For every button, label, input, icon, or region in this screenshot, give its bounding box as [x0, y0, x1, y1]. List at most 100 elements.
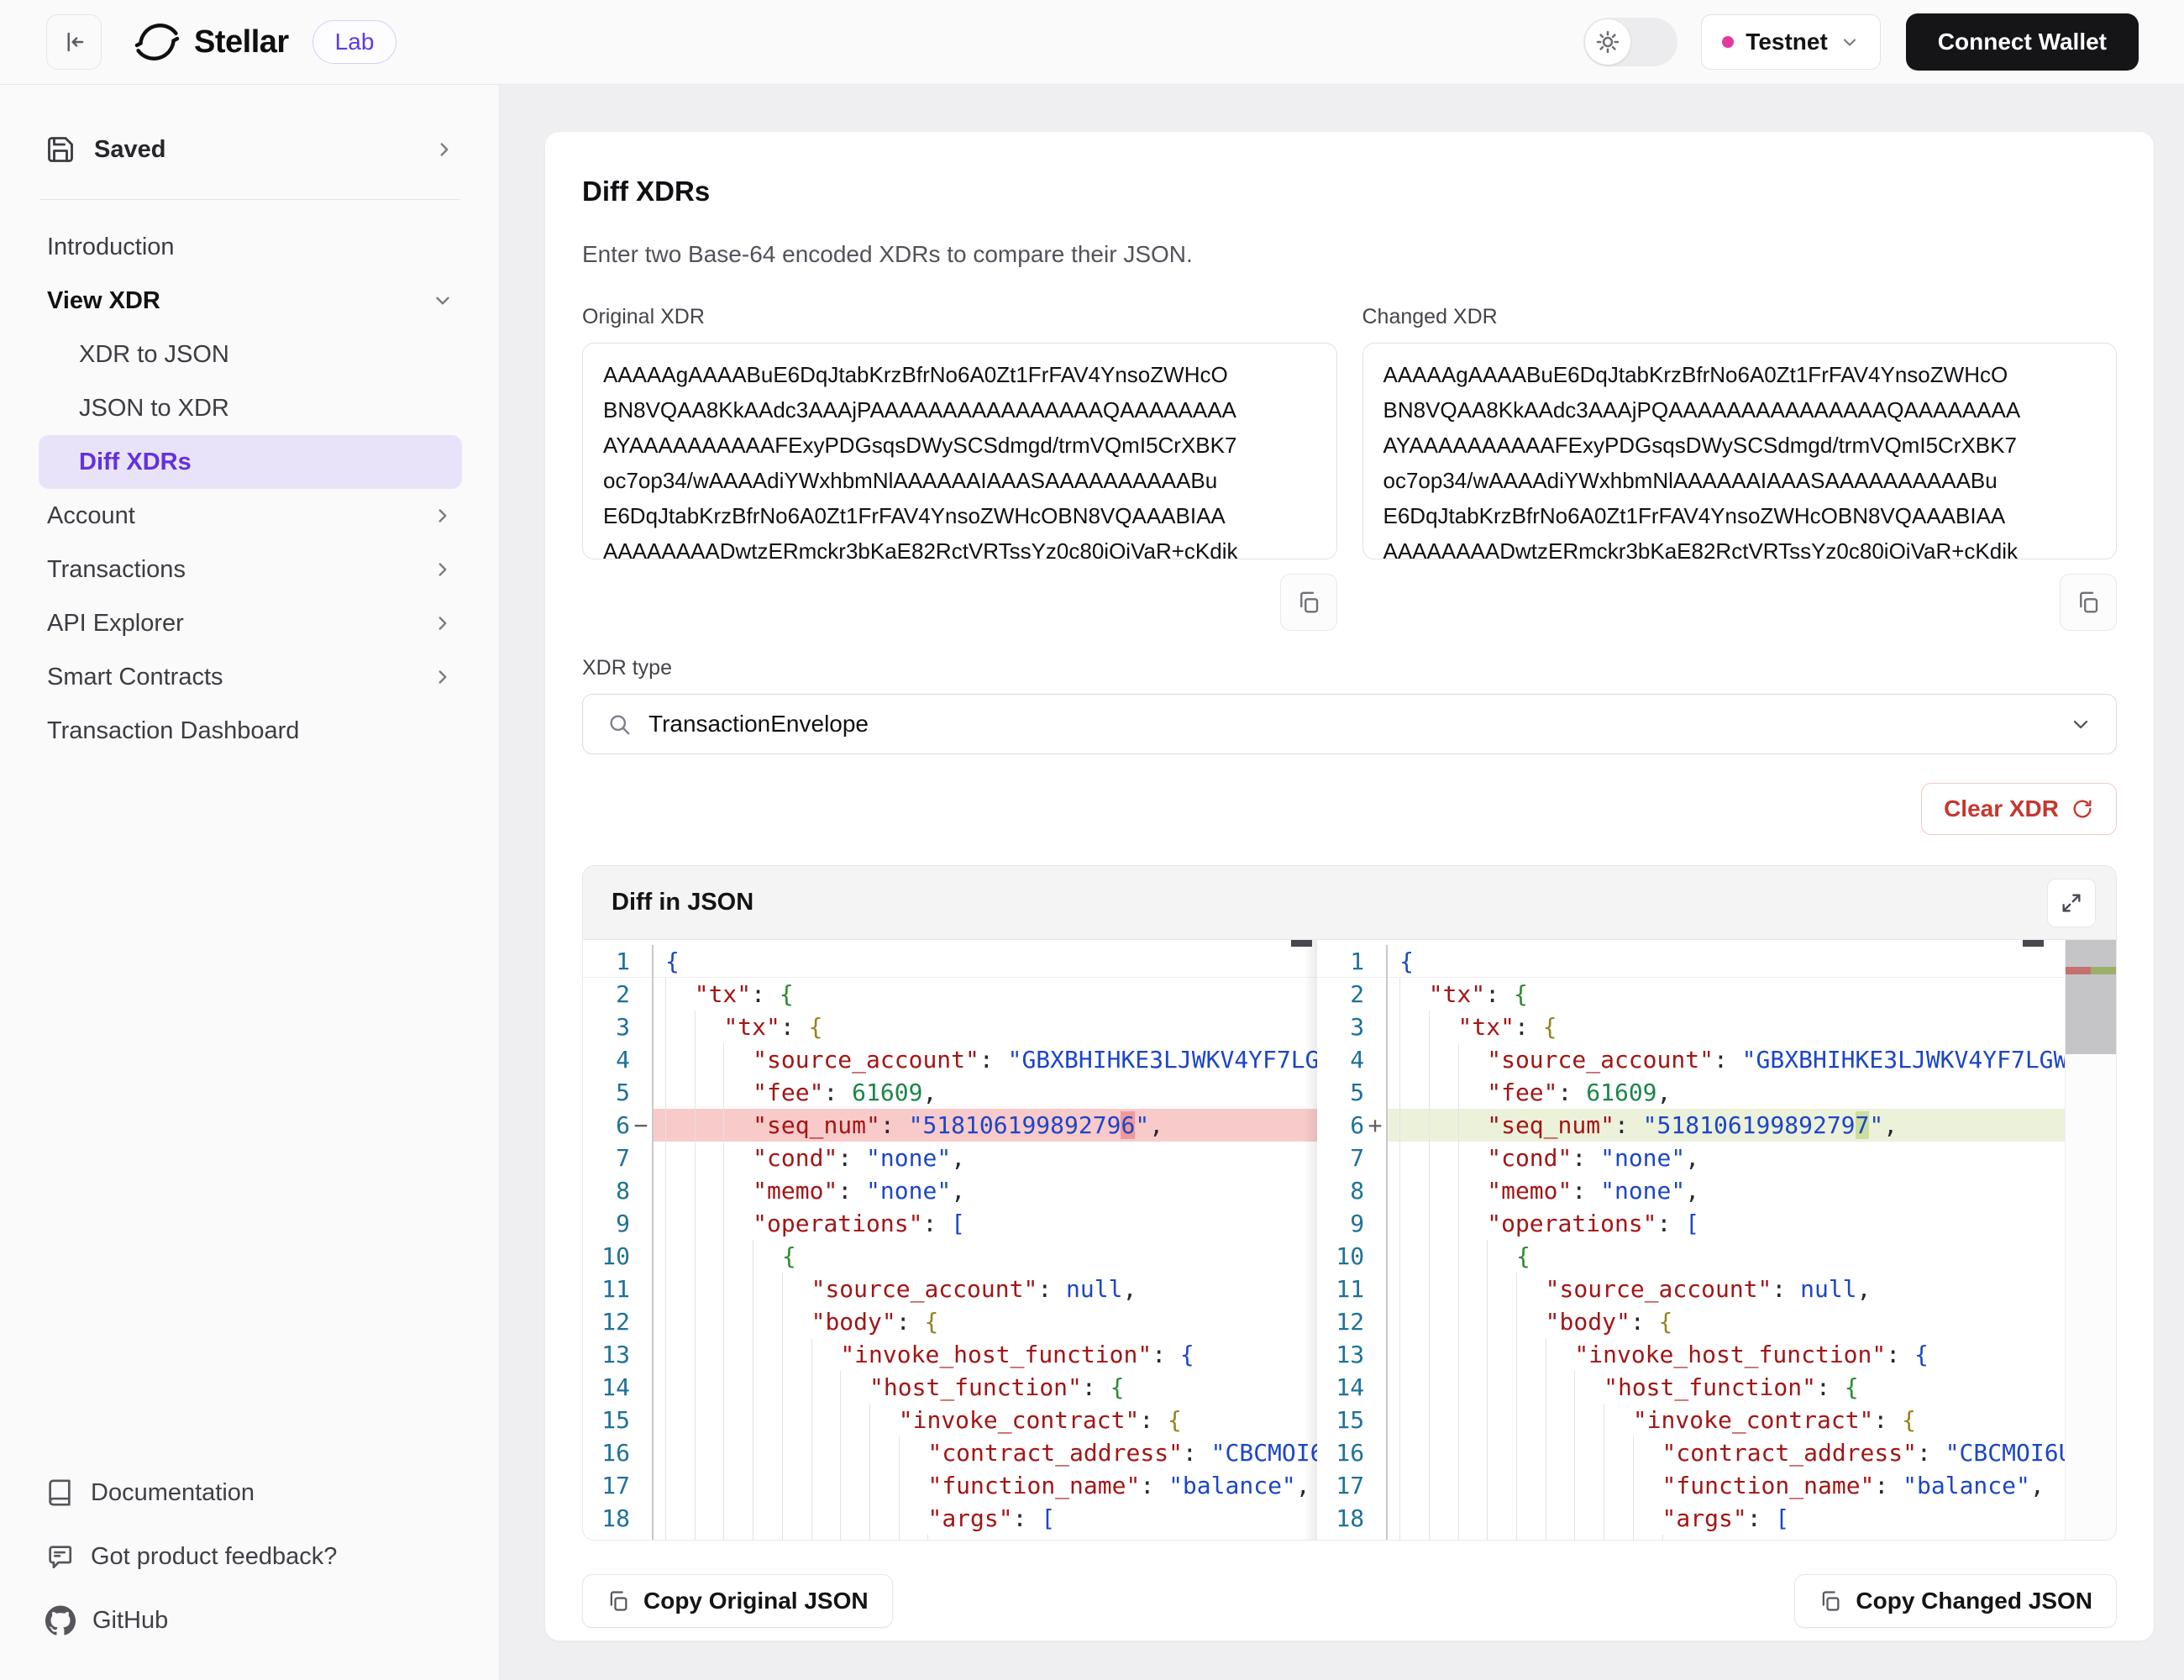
copy-changed-xdr-button[interactable]: [2060, 574, 2117, 631]
chevron-down-icon: [2069, 712, 2092, 736]
sidebar-item-label: Smart Contracts: [47, 664, 223, 691]
expand-diff-button[interactable]: [2047, 879, 2096, 927]
diff-line: 8 "memo": "none",: [583, 1174, 1317, 1207]
connect-wallet-button[interactable]: Connect Wallet: [1906, 13, 2139, 71]
sidebar-item-label: Account: [47, 502, 135, 530]
saved-icon: [45, 134, 76, 165]
diff-line: 12 "body": {: [583, 1305, 1317, 1338]
sidebar-link-documentation[interactable]: Documentation: [39, 1468, 462, 1517]
diff-line: 1{: [1317, 945, 2065, 978]
sidebar-item-diff-xdrs[interactable]: Diff XDRs: [39, 435, 462, 489]
copy-original-json-button[interactable]: Copy Original JSON: [582, 1574, 893, 1628]
network-selector[interactable]: Testnet: [1701, 14, 1881, 70]
diff-line: 17 "function_name": "balance",: [1317, 1469, 2065, 1502]
clear-row: Clear XDR: [582, 783, 2117, 835]
horizontal-scrollbar-thumb[interactable]: [1291, 940, 1312, 947]
diff-line: 6− "seq_num": "518106199892796",: [583, 1109, 1317, 1142]
diff-scrollbar-minimap[interactable]: [2065, 940, 2116, 1540]
brand[interactable]: Stellar Lab: [134, 18, 396, 66]
stellar-logo-icon: [134, 18, 181, 66]
diff-line: 9 "operations": [: [583, 1207, 1317, 1240]
diff-line: 1{: [583, 945, 1317, 978]
diff-line: 18 "args": [: [1317, 1502, 2065, 1535]
diff-line: 18 "args": [: [583, 1502, 1317, 1535]
diff-line: 6+ "seq_num": "518106199892797",: [1317, 1109, 2065, 1142]
copy-changed-json-button[interactable]: Copy Changed JSON: [1794, 1574, 2117, 1628]
sidebar-item-view-xdr[interactable]: View XDR: [39, 274, 462, 328]
top-bar: Stellar Lab Testnet Connect Wallet: [0, 0, 2184, 85]
main-area: Diff XDRs Enter two Base-64 encoded XDRs…: [500, 85, 2184, 1680]
sidebar-item-transactions[interactable]: Transactions: [39, 543, 462, 596]
xdr-type-select[interactable]: TransactionEnvelope: [582, 694, 2117, 754]
sidebar-item-smart-contracts[interactable]: Smart Contracts: [39, 650, 462, 704]
clear-xdr-button[interactable]: Clear XDR: [1921, 783, 2117, 835]
sidebar-item-xdr-to-json[interactable]: XDR to JSON: [39, 328, 462, 381]
sidebar-item-transaction-dashboard[interactable]: Transaction Dashboard: [39, 704, 462, 758]
sidebar-link-github[interactable]: GitHub: [39, 1596, 462, 1645]
copy-original-xdr-button[interactable]: [1280, 574, 1337, 631]
sidebar-item-saved[interactable]: Saved: [39, 122, 462, 177]
changed-xdr-input[interactable]: AAAAAgAAAABuE6DqJtabKrzBfrNo6A0Zt1FrFAV4…: [1362, 343, 2118, 559]
copy-icon: [2076, 590, 2101, 615]
diff-line: 10 {: [583, 1240, 1317, 1273]
sidebar-item-label: JSON to XDR: [79, 395, 229, 423]
theme-toggle[interactable]: [1583, 18, 1677, 66]
saved-label: Saved: [94, 136, 165, 164]
light-mode-sun-icon: [1585, 19, 1630, 65]
page-title: Diff XDRs: [582, 176, 2117, 207]
collapse-sidebar-button[interactable]: [46, 14, 102, 70]
collapse-sidebar-icon: [61, 29, 87, 55]
search-icon: [606, 711, 632, 737]
diff-line: 2 "tx": {: [1317, 978, 2065, 1011]
diff-line: 4 "source_account": "GBXBHIHKE3LJWKV4YF7…: [1317, 1043, 2065, 1076]
diff-line: 15 "invoke_contract": {: [1317, 1404, 2065, 1436]
horizontal-scrollbar-thumb[interactable]: [2023, 940, 2044, 947]
changed-xdr-label: Changed XDR: [1362, 305, 2118, 329]
minimap-removed-marker: [2066, 967, 2091, 974]
diff-line: 3 "tx": {: [1317, 1011, 2065, 1043]
brand-name: Stellar: [194, 24, 289, 60]
chevron-right-icon: [432, 612, 454, 634]
xdr-inputs-row: AAAAAgAAAABuE6DqJtabKrzBfrNo6A0Zt1FrFAV4…: [582, 343, 2117, 564]
diff-line: 16 "contract_address": "CBCMOI6UNJYGUHSA…: [583, 1436, 1317, 1469]
diff-json-title: Diff in JSON: [612, 889, 753, 916]
sidebar-item-api-explorer[interactable]: API Explorer: [39, 596, 462, 650]
copy-icon: [606, 1589, 630, 1613]
minimap-added-marker: [2091, 967, 2116, 974]
diff-line: 4 "source_account": "GBXBHIHKE3LJWKV4YF7…: [583, 1043, 1317, 1076]
diff-pane-original[interactable]: 1{2 "tx": {3 "tx": {4 "source_account": …: [583, 940, 1317, 1540]
diff-line: 16 "contract_address": "CBCMOI6UNJYGUHSA…: [1317, 1436, 2065, 1469]
sidebar: Saved IntroductionView XDRXDR to JSON JSO…: [0, 85, 500, 1680]
sidebar-item-introduction[interactable]: Introduction: [39, 220, 462, 274]
clear-xdr-label: Clear XDR: [1944, 795, 2059, 822]
diff-pane-changed[interactable]: 1{2 "tx": {3 "tx": {4 "source_account": …: [1317, 940, 2065, 1540]
diff-line: 3 "tx": {: [583, 1011, 1317, 1043]
vertical-scrollbar-thumb[interactable]: [2066, 940, 2116, 1054]
sidebar-item-json-to-xdr[interactable]: JSON to XDR: [39, 381, 462, 435]
copy-changed-json-label: Copy Changed JSON: [1856, 1588, 2092, 1614]
expand-icon: [2060, 891, 2083, 915]
original-xdr-input[interactable]: AAAAAgAAAABuE6DqJtabKrzBfrNo6A0Zt1FrFAV4…: [582, 343, 1337, 559]
diff-json-header: Diff in JSON: [583, 866, 2116, 940]
chevron-right-icon: [432, 559, 454, 580]
network-name: Testnet: [1746, 29, 1828, 55]
chevron-right-icon: [433, 139, 455, 160]
copy-original-json-label: Copy Original JSON: [643, 1588, 869, 1614]
copy-json-row: Copy Original JSON Copy Changed JSON: [582, 1574, 2117, 1628]
github-icon: [45, 1605, 76, 1635]
copy-icons-row: [582, 574, 2117, 631]
network-status-dot: [1722, 36, 1734, 48]
diff-json-body: 1{2 "tx": {3 "tx": {4 "source_account": …: [583, 940, 2116, 1540]
sidebar-item-account[interactable]: Account: [39, 489, 462, 543]
xdr-type-label: XDR type: [582, 656, 2117, 680]
sidebar-link-feedback[interactable]: Got product feedback?: [39, 1532, 462, 1581]
chevron-down-icon: [1840, 32, 1860, 52]
github-label: GitHub: [92, 1607, 168, 1635]
diff-json-panel: Diff in JSON 1{2 "tx": {3 "tx": {4 "sour…: [582, 865, 2117, 1541]
diff-line: 13 "invoke_host_function": {: [583, 1338, 1317, 1371]
diff-line: 10 {: [1317, 1240, 2065, 1273]
documentation-icon: [45, 1478, 74, 1507]
page-description: Enter two Base-64 encoded XDRs to compar…: [582, 241, 2117, 268]
sidebar-item-label: Transaction Dashboard: [47, 717, 299, 745]
diff-line: 5 "fee": 61609,: [1317, 1076, 2065, 1109]
